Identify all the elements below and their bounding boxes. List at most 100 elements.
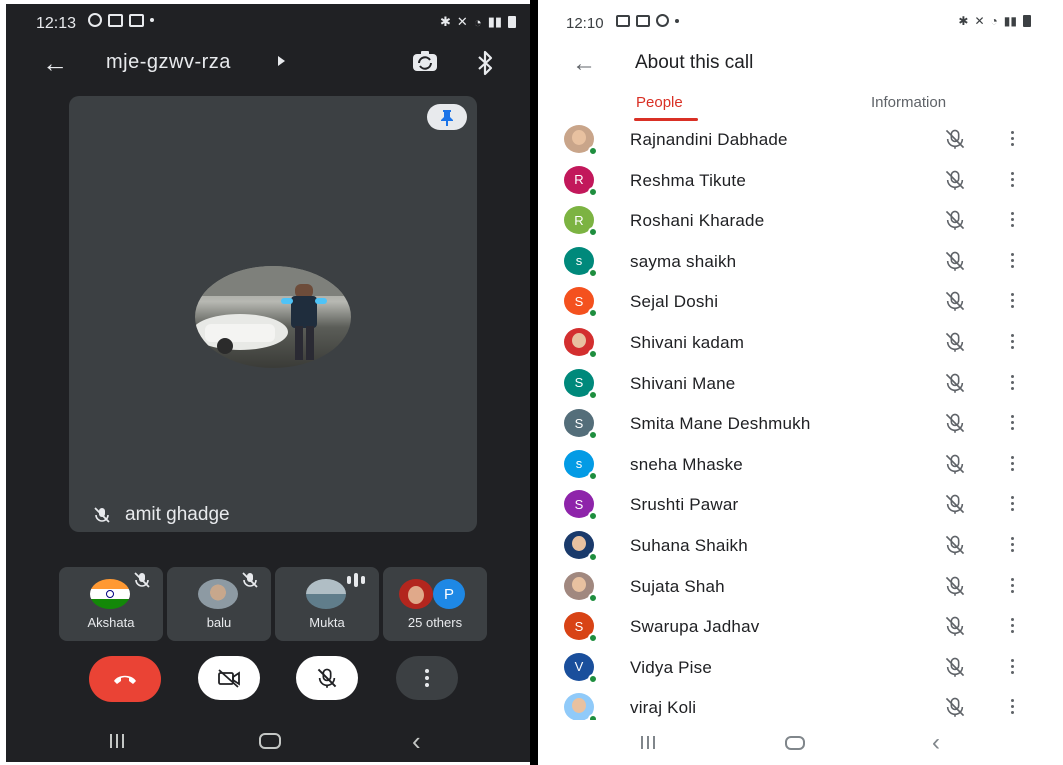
participant-name: Shivani Mane xyxy=(630,373,736,393)
participant-name: Rajnandini Dabhade xyxy=(630,130,788,149)
more-options-button[interactable] xyxy=(396,656,458,700)
more-vert-icon[interactable] xyxy=(1011,496,1014,512)
thumbnail-label: 25 others xyxy=(407,615,463,630)
more-vert-icon[interactable] xyxy=(1011,212,1014,228)
mic-off-icon xyxy=(945,413,965,433)
online-status-badge xyxy=(588,186,598,197)
participant-row[interactable]: viraj Koli xyxy=(538,687,1063,720)
tab-people[interactable]: People xyxy=(636,94,683,111)
participant-row[interactable]: S Smita Mane Deshmukh xyxy=(538,403,1063,444)
participant-row[interactable]: s sayma shaikh xyxy=(538,241,1063,282)
mute-status-icon: ✕ xyxy=(974,14,985,28)
meeting-code[interactable]: mje-gzwv-rza xyxy=(106,51,231,74)
participant-list: Rajnandini Dabhade R Reshma Tikute R Roshani… xyxy=(538,120,1063,720)
thumbnail-others[interactable]: P 25 others xyxy=(383,567,487,641)
nav-back-icon[interactable]: ‹ xyxy=(932,729,940,757)
tab-information[interactable]: Information xyxy=(871,94,946,111)
more-notifications-dot xyxy=(150,18,154,22)
online-status-badge xyxy=(588,267,598,278)
avatar-photo-face xyxy=(572,333,586,348)
more-vert-icon xyxy=(425,669,429,687)
more-vert-icon[interactable] xyxy=(1011,374,1014,390)
participant-row[interactable]: Shivani kadam xyxy=(538,322,1063,363)
thumbnail-akshata[interactable]: Akshata xyxy=(59,567,163,641)
participant-row[interactable]: V Vidya Pise xyxy=(538,647,1063,688)
participant-row[interactable]: s sneha Mhaske xyxy=(538,444,1063,485)
camera-toggle-button[interactable] xyxy=(198,656,260,700)
bluetooth-status-icon: ✱ xyxy=(958,14,969,28)
online-status-badge xyxy=(588,430,598,441)
participant-name: Vidya Pise xyxy=(630,657,713,677)
participant-row[interactable]: R Roshani Kharade xyxy=(538,200,1063,241)
online-status-badge xyxy=(588,308,598,319)
more-vert-icon[interactable] xyxy=(1011,252,1014,268)
participant-row[interactable]: S Shivani Mane xyxy=(538,363,1063,404)
pin-button[interactable] xyxy=(427,104,467,130)
participant-name: Smita Mane Deshmukh xyxy=(630,414,811,434)
more-vert-icon[interactable] xyxy=(1011,415,1014,431)
call-header: ← mje-gzwv-rza xyxy=(6,42,530,86)
more-vert-icon[interactable] xyxy=(1011,577,1014,593)
android-nav-bar: ‹ xyxy=(538,728,1063,762)
participant-name: Roshani Kharade xyxy=(630,211,765,231)
more-vert-icon[interactable] xyxy=(1011,658,1014,674)
participant-row[interactable]: Suhana Shaikh xyxy=(538,525,1063,566)
android-nav-bar: ‹ xyxy=(6,726,530,762)
main-video-tile[interactable]: amit ghadge xyxy=(69,96,477,532)
mic-off-icon xyxy=(945,495,965,515)
recent-apps-icon[interactable] xyxy=(110,734,124,748)
participant-row[interactable]: Sujata Shah xyxy=(538,566,1063,607)
participant-row[interactable]: Rajnandini Dabhade xyxy=(538,120,1063,160)
participant-name: Srushti Pawar xyxy=(630,495,739,515)
camera-off-icon xyxy=(218,669,240,688)
recent-apps-icon[interactable] xyxy=(641,736,655,749)
bluetooth-icon[interactable] xyxy=(474,48,496,78)
more-vert-icon[interactable] xyxy=(1011,537,1014,552)
speaking-indicator-icon xyxy=(347,573,365,587)
more-vert-icon[interactable] xyxy=(1011,334,1014,349)
signal-icon: ▮▮ xyxy=(487,14,502,29)
participant-row[interactable]: S Swarupa Jadhav xyxy=(538,606,1063,647)
bluetooth-status-icon: ✱ xyxy=(440,14,451,29)
participant-row[interactable]: S Srushti Pawar xyxy=(538,484,1063,525)
end-call-button[interactable] xyxy=(89,656,161,702)
thumbnail-mukta[interactable]: Mukta xyxy=(275,567,379,641)
mute-status-icon: ✕ xyxy=(456,14,468,29)
mail-icon xyxy=(636,14,650,27)
online-status-badge xyxy=(588,349,598,359)
system-icons: ✱ ✕ ◔ ▮▮ xyxy=(958,14,1031,28)
mukta-avatar xyxy=(306,579,346,609)
wifi-icon: ◔ xyxy=(990,14,998,28)
caret-right-icon[interactable] xyxy=(278,56,285,66)
online-status-badge xyxy=(588,511,598,522)
more-vert-icon[interactable] xyxy=(1011,618,1014,634)
mic-toggle-button[interactable] xyxy=(296,656,358,700)
home-icon[interactable] xyxy=(785,736,805,750)
nav-back-icon[interactable]: ‹ xyxy=(412,726,421,757)
more-vert-icon[interactable] xyxy=(1011,131,1014,146)
mic-off-icon xyxy=(242,572,258,588)
participant-photo xyxy=(195,266,351,368)
status-time: 12:13 xyxy=(36,15,77,32)
participant-row[interactable]: S Sejal Doshi xyxy=(538,281,1063,322)
status-bar: 12:10 ✱ ✕ ◔ ▮▮ xyxy=(538,4,1063,40)
wifi-icon: ◔ xyxy=(473,14,482,30)
avatar-photo-face xyxy=(572,698,586,714)
switch-camera-icon[interactable] xyxy=(410,48,440,76)
participant-name: Swarupa Jadhav xyxy=(630,617,760,637)
home-icon[interactable] xyxy=(259,733,281,749)
mic-off-icon xyxy=(945,170,965,190)
more-vert-icon[interactable] xyxy=(1011,171,1014,187)
participant-row[interactable]: R Reshma Tikute xyxy=(538,160,1063,201)
more-vert-icon[interactable] xyxy=(1011,293,1014,309)
thumbnail-balu[interactable]: balu xyxy=(167,567,271,641)
back-arrow-icon[interactable]: ← xyxy=(572,50,596,78)
mic-off-icon xyxy=(945,129,965,149)
online-status-badge xyxy=(588,552,598,562)
thumbnail-label: Mukta xyxy=(309,615,345,630)
participant-name: viraj Koli xyxy=(630,698,697,718)
mic-off-icon xyxy=(945,373,965,393)
more-vert-icon[interactable] xyxy=(1011,699,1014,715)
back-arrow-icon[interactable]: ← xyxy=(42,50,68,76)
more-vert-icon[interactable] xyxy=(1011,455,1014,471)
